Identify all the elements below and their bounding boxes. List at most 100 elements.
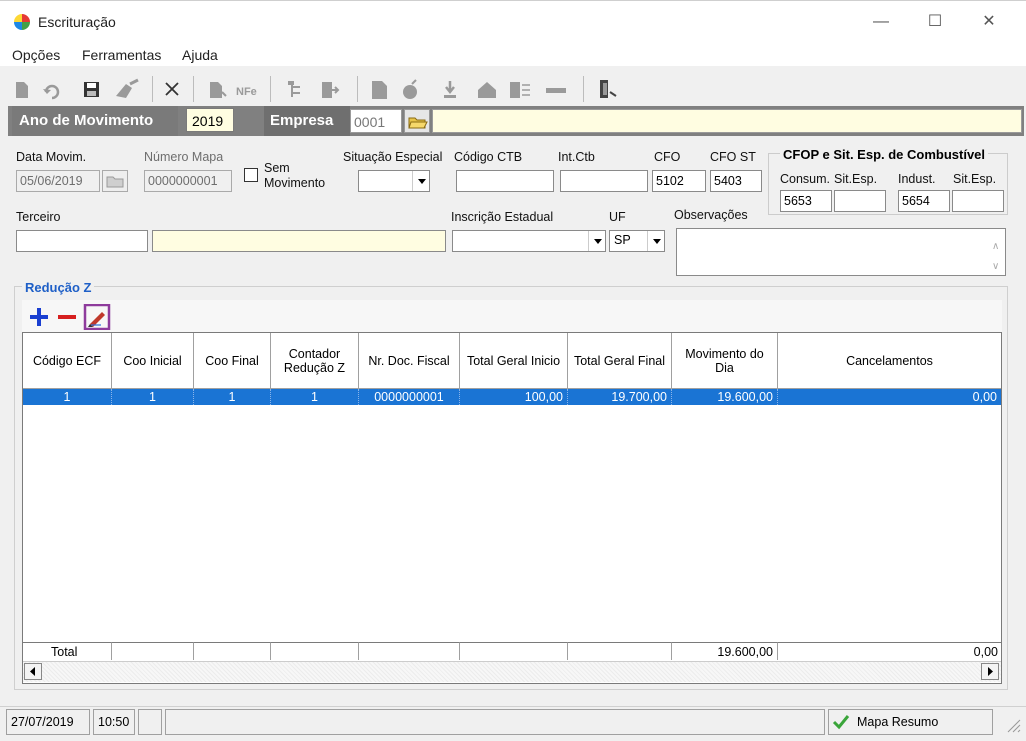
indust-sit-esp-input[interactable] [952,190,1004,212]
menu-ajuda[interactable]: Ajuda [182,47,218,63]
empresa-input[interactable]: 0001 [350,109,402,133]
observacoes-label: Observações [674,208,748,222]
footer-movimento-do-dia: 19.600,00 [672,642,778,660]
save-icon[interactable] [84,82,99,97]
col-header-contador-reducao-z[interactable]: Contador Redução Z [271,333,359,389]
table-cell[interactable]: 0,00 [778,389,1001,405]
open-folder-button[interactable] [404,109,430,133]
delete-icon[interactable] [165,82,179,96]
app-icon [14,14,30,30]
col-header-coo-inicial[interactable]: Coo Inicial [112,333,194,389]
footer-cell [359,642,460,660]
chevron-down-icon [588,231,605,251]
cfo-st-label: CFO ST [710,150,756,164]
codigo-ctb-input[interactable] [456,170,554,192]
codigo-ctb-label: Código CTB [454,150,523,164]
reducao-z-toolbar [22,300,1002,332]
data-movim-input[interactable]: 05/06/2019 [16,170,100,192]
terceiro-code-input[interactable] [16,230,148,252]
tree-icon[interactable] [288,81,300,97]
resize-grip-icon[interactable] [1004,716,1022,734]
consum-label: Consum. [780,172,831,186]
chevron-down-icon [647,231,664,251]
table-cell[interactable]: 0000000001 [359,389,460,405]
chevron-down-icon [412,171,429,191]
open-folder-icon [408,117,428,129]
consum-sit-esp-input[interactable] [834,190,886,212]
footer-cell [194,642,271,660]
table-cell[interactable]: 19.600,00 [672,389,778,405]
terceiro-name-input[interactable] [152,230,446,252]
close-button[interactable]: ✕ [966,10,1012,34]
int-ctb-input[interactable] [560,170,648,192]
maximize-button[interactable]: ☐ [912,10,958,34]
cfo-input[interactable]: 5102 [652,170,706,192]
footer-cell [112,642,194,660]
list-icon[interactable] [510,82,530,98]
remove-icon[interactable] [58,315,76,319]
apple-icon[interactable] [403,79,417,99]
int-ctb-label: Int.Ctb [558,150,595,164]
add-icon[interactable] [30,308,48,326]
footer-cell [271,642,359,660]
table-cell[interactable]: 19.700,00 [568,389,672,405]
new-icon[interactable] [16,82,28,98]
observacoes-textarea[interactable]: ∧ ∨ [676,228,1006,276]
table-cell[interactable]: 100,00 [460,389,568,405]
footer-total-label: Total [23,642,112,660]
cfo-st-input[interactable]: 5403 [710,170,762,192]
house-icon[interactable] [478,82,496,98]
ano-movimento-label: Ano de Movimento [12,106,178,136]
menu-opcoes[interactable]: Opções [12,47,60,63]
edit-icon[interactable] [83,304,111,330]
main-toolbar: NFe [16,76,617,102]
table-cell[interactable]: 1 [271,389,359,405]
footer-cancelamentos: 0,00 [778,642,1001,660]
reducao-z-actions [30,304,111,330]
indust-sit-esp-label: Sit.Esp. [953,172,997,186]
col-header-total-geral-final[interactable]: Total Geral Final [568,333,672,389]
scroll-right-button[interactable] [981,663,999,680]
col-header-total-geral-inicio[interactable]: Total Geral Inicio [460,333,568,389]
status-empty-panel [138,709,162,735]
table-cell[interactable]: 1 [23,389,112,405]
report-icon[interactable] [210,82,227,98]
broom-icon[interactable] [116,78,139,98]
nfe-icon[interactable]: NFe [236,86,257,98]
undo-icon[interactable] [43,84,60,100]
minimize-button[interactable]: — [858,10,904,34]
ano-movimento-input[interactable]: 2019 [186,108,234,132]
table-cell[interactable]: 1 [194,389,271,405]
indust-input[interactable]: 5654 [898,190,950,212]
footer-cell [460,642,568,660]
consum-input[interactable]: 5653 [780,190,832,212]
export-icon[interactable] [322,82,340,98]
scroll-left-button[interactable] [24,663,42,680]
horizontal-scrollbar[interactable] [23,661,1001,682]
minus-bar-icon[interactable] [546,88,566,93]
col-header-movimento-do-dia[interactable]: Movimento do Dia [672,333,778,389]
download-icon[interactable] [444,81,456,98]
sem-movimento-checkbox[interactable] [244,168,258,182]
inscricao-estadual-select[interactable] [452,230,606,252]
situacao-especial-select[interactable] [358,170,430,192]
status-message-panel [165,709,825,735]
col-header-cancelamentos[interactable]: Cancelamentos [778,333,1001,389]
indust-label: Indust. [898,172,936,186]
col-header-codigo-ecf[interactable]: Código ECF [23,333,112,389]
numero-mapa-label: Número Mapa [144,150,224,164]
data-folder-button[interactable] [102,170,128,192]
sem-movimento-label-1: Sem [264,161,290,175]
menu-ferramentas[interactable]: Ferramentas [82,47,161,63]
document-icon[interactable] [372,81,387,99]
col-header-nr-doc-fiscal[interactable]: Nr. Doc. Fiscal [359,333,460,389]
empresa-name-field[interactable] [432,109,1022,133]
uf-select[interactable]: SP [609,230,665,252]
col-header-coo-final[interactable]: Coo Final [194,333,271,389]
observacoes-scrollbar[interactable]: ∧ ∨ [987,229,1005,275]
table-cell[interactable]: 1 [112,389,194,405]
scroll-up-icon: ∧ [992,241,1000,252]
reducao-z-grid[interactable]: Código ECF Coo Inicial Coo Final Contado… [22,332,1002,684]
numero-mapa-input[interactable]: 0000000001 [144,170,232,192]
exit-door-icon[interactable] [600,80,617,98]
